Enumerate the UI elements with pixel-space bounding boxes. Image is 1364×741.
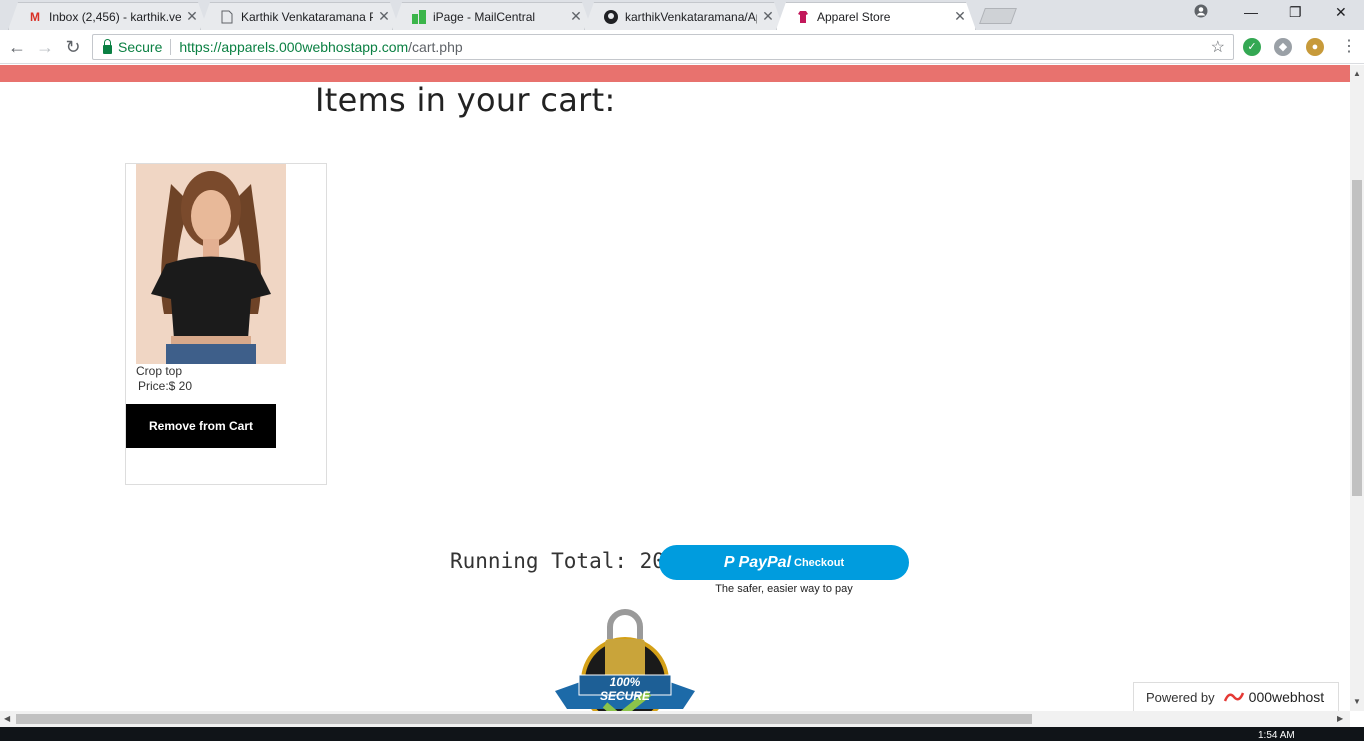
paypal-action: Checkout	[794, 556, 845, 569]
forward-icon[interactable]: →	[34, 36, 56, 58]
privacy-extension-icon[interactable]: ◆	[1274, 38, 1292, 56]
lock-icon	[103, 38, 112, 54]
vertical-scroll-thumb[interactable]	[1352, 180, 1362, 496]
close-icon[interactable]: ✕	[569, 8, 583, 25]
document-icon	[219, 9, 235, 25]
shield-extension-icon[interactable]: ✓	[1243, 38, 1261, 56]
new-tab-button[interactable]	[979, 8, 1017, 24]
secure-badge: 100% SECURE	[553, 609, 697, 711]
ipage-icon	[411, 9, 427, 25]
taskbar-clock: 1:54 AM	[1258, 730, 1295, 741]
paypal-tagline: The safer, easier way to pay	[715, 583, 853, 595]
window-close-icon[interactable]: ✕	[1335, 4, 1347, 21]
bookmark-star-icon[interactable]: ☆	[1211, 37, 1225, 57]
tab-title: karthikVenkataramana/Ap	[625, 9, 757, 24]
close-icon[interactable]: ✕	[185, 8, 199, 25]
tab-strip: M Inbox (2,456) - karthik.ven ✕ Karthik …	[0, 0, 1364, 30]
address-bar[interactable]: Secure https://apparels.000webhostapp.co…	[92, 34, 1234, 60]
scroll-up-icon[interactable]: ▲	[1353, 69, 1361, 78]
header-accent-bar	[0, 65, 1350, 82]
os-taskbar: 1:54 AM	[0, 727, 1364, 741]
page-viewport: Items in your cart: Crop top Price:$ 20 …	[0, 65, 1350, 711]
back-icon[interactable]: ←	[6, 36, 28, 58]
powered-by-brand: 000webhost	[1248, 689, 1325, 705]
paypal-logo-icon: P	[723, 553, 735, 571]
horizontal-scroll-thumb[interactable]	[16, 714, 1032, 724]
secure-label: Secure	[118, 39, 163, 55]
tab-title: iPage - MailCentral	[433, 9, 536, 24]
tab-title: Inbox (2,456) - karthik.ven	[49, 9, 181, 24]
tab-gmail[interactable]: M Inbox (2,456) - karthik.ven ✕	[8, 2, 208, 30]
item-price: Price:$ 20	[138, 379, 193, 393]
secure-badge-text: 100% SECURE	[599, 675, 650, 703]
product-image	[136, 164, 286, 364]
tab-ipage[interactable]: iPage - MailCentral ✕	[392, 2, 592, 30]
paypal-checkout-button[interactable]: P PayPal Checkout	[659, 545, 909, 580]
scroll-left-icon[interactable]: ◀	[4, 714, 10, 723]
webhost-logo-icon	[1223, 689, 1245, 705]
vertical-scrollbar[interactable]: ▲ ▼	[1350, 65, 1364, 711]
restore-icon[interactable]: ❐	[1289, 4, 1302, 21]
cookie-extension-icon[interactable]: ●	[1306, 38, 1324, 56]
url-host: https://apparels.000webhostapp.com	[179, 39, 409, 55]
reload-icon[interactable]: ↻	[62, 36, 84, 58]
apparel-icon	[795, 9, 811, 25]
github-icon	[603, 9, 619, 25]
powered-by-badge[interactable]: Powered by 000webhost	[1133, 682, 1339, 711]
close-icon[interactable]: ✕	[953, 8, 967, 25]
menu-icon[interactable]: ⋮	[1338, 36, 1360, 58]
tab-title: Karthik Venkataramana P	[241, 9, 373, 24]
cart-item-card: Crop top Price:$ 20 Remove from Cart	[125, 163, 327, 485]
tab-document[interactable]: Karthik Venkataramana P ✕	[200, 2, 400, 30]
tab-title: Apparel Store	[817, 9, 891, 24]
powered-by-label: Powered by	[1146, 689, 1215, 705]
close-icon[interactable]: ✕	[377, 8, 391, 25]
url-path: /cart.php	[408, 39, 463, 55]
scroll-right-icon[interactable]: ▶	[1337, 714, 1343, 723]
divider	[170, 39, 172, 55]
horizontal-scrollbar[interactable]: ◀ ▶	[0, 711, 1350, 727]
tab-apparel-store[interactable]: Apparel Store ✕	[776, 2, 976, 30]
minimize-icon[interactable]: —	[1244, 4, 1258, 20]
gmail-icon: M	[30, 9, 40, 24]
remove-from-cart-button[interactable]: Remove from Cart	[126, 404, 276, 448]
page-title: Items in your cart:	[315, 81, 616, 119]
item-name: Crop top	[136, 364, 183, 378]
tab-github[interactable]: karthikVenkataramana/Ap ✕	[584, 2, 784, 30]
paypal-brand: PayPal	[738, 553, 792, 571]
browser-toolbar: ← → ↻ Secure https://apparels.000webhost…	[0, 30, 1364, 64]
running-total: Running Total: 20$	[450, 549, 678, 573]
profile-icon[interactable]	[1194, 4, 1208, 21]
scroll-down-icon[interactable]: ▼	[1353, 697, 1361, 706]
close-icon[interactable]: ✕	[761, 8, 775, 25]
